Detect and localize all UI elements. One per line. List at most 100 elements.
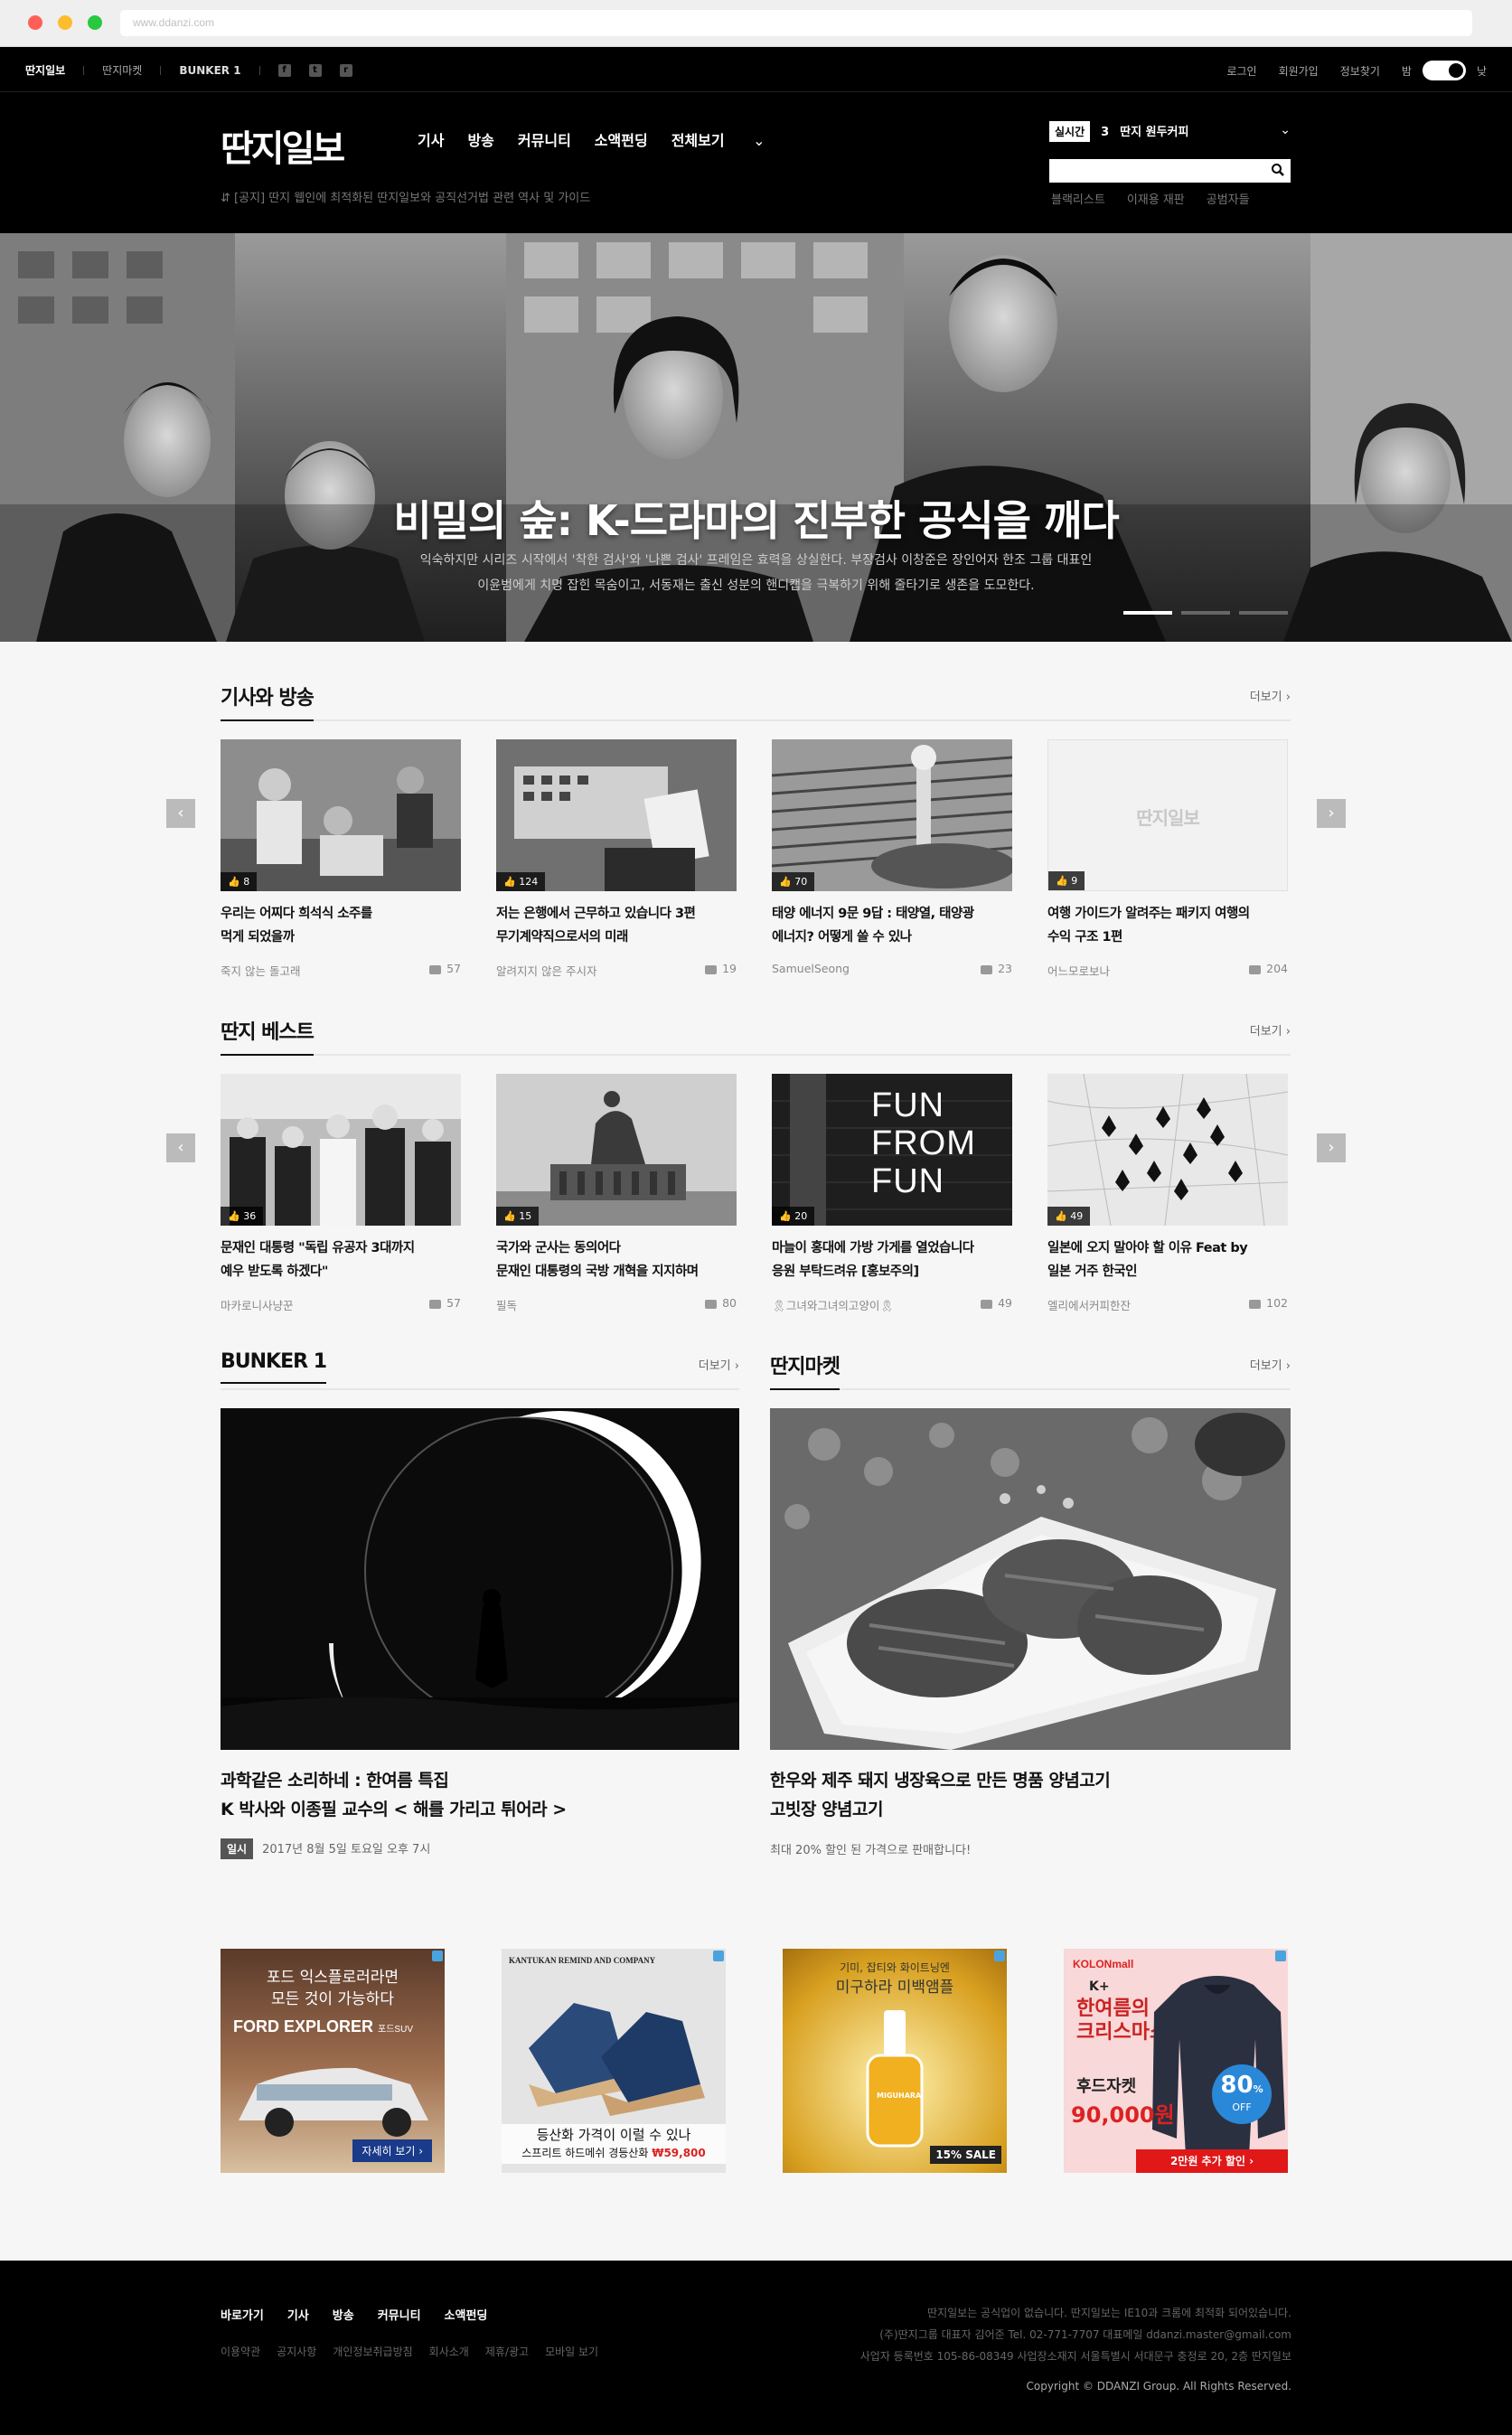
top-link-bunker[interactable]: BUNKER 1 [179,64,240,77]
author[interactable]: SamuelSeong [772,962,850,975]
top-link-market[interactable]: 딴지마켓 [102,62,142,78]
author[interactable]: 마카로니사냥꾼 [221,1299,294,1312]
more-label: 더보기 [1249,691,1282,704]
article-card[interactable]: FUN FROM FUN 👍 20 마늘이 홍대에 가방 가게를 열었습니다 응원… [772,1074,1012,1312]
author[interactable]: 🎗그녀와그녀의고양이🎗 [772,1299,894,1312]
author[interactable]: 필독 [496,1299,517,1312]
hero-title[interactable]: 비밀의 숲: K-드라마의 진부한 공식을 깨다 [0,488,1512,548]
likes-badge: 👍 49 [1047,1207,1091,1226]
nav-all[interactable]: 전체보기 ⌄ [671,128,789,150]
ad-cta-button[interactable]: 2만원 추가 할인 › [1136,2149,1288,2173]
twitter-icon[interactable]: t [308,63,322,77]
hero-banner[interactable]: 비밀의 숲: K-드라마의 진부한 공식을 깨다 익숙하지만 시리즈 시작에서 … [0,233,1512,642]
ad-hiking-shoes[interactable]: KANTUKAN REMIND AND COMPANY 등산화 가격이 이럴 수… [502,1949,726,2173]
keyword-link[interactable]: 블랙리스트 [1051,190,1105,207]
address-bar[interactable]: www.ddanzi.com [120,10,1472,36]
article-title[interactable]: 마늘이 홍대에 가방 가게를 열었습니다 응원 부탁드려유 [홍보주의] [772,1236,1012,1283]
author[interactable]: 어느모로보나 [1047,964,1110,978]
carousel-next-button[interactable]: › [1317,1133,1346,1162]
close-window-icon[interactable] [28,15,42,30]
terms-link[interactable]: 이용약관 [221,2344,260,2359]
about-link[interactable]: 회사소개 [429,2344,469,2359]
footer-nav-broadcast[interactable]: 방송 [333,2306,354,2323]
article-title[interactable]: 여행 가이드가 알려주는 패키지 여행의 수익 구조 1편 [1047,902,1288,949]
comment-count: 23 [981,962,1012,975]
hero-desc-line: 익숙하지만 시리즈 시작에서 '착한 검사'와 '나쁜 검사' 프레임은 효력을… [419,553,1093,568]
slide-indicator[interactable] [1239,611,1288,615]
article-card[interactable]: 👍 15 국가와 군사는 동의어다 문재인 대통령의 국방 개혁을 지지하며 필독… [496,1074,737,1312]
signup-link[interactable]: 회원가입 [1279,63,1319,79]
article-card[interactable]: 👍 8 우리는 어찌다 희석식 소주를 먹게 되었을까 죽지 않는 돌고래 57 [221,739,461,978]
minimize-window-icon[interactable] [58,15,72,30]
likes-count: 49 [1070,1210,1084,1222]
more-link[interactable]: 더보기 › [1250,1021,1291,1039]
likes-badge: 👍 36 [221,1207,264,1226]
more-link[interactable]: 더보기 › [1250,687,1291,704]
more-link[interactable]: 더보기 › [699,1356,739,1373]
partnership-link[interactable]: 제휴/광고 [485,2344,529,2359]
article-title[interactable]: 우리는 어찌다 희석식 소주를 먹게 되었을까 [221,902,461,949]
likes-count: 124 [519,876,539,888]
privacy-link[interactable]: 개인정보취급방침 [333,2344,412,2359]
footer-nav-article[interactable]: 기사 [287,2306,309,2323]
bunker-date: 일시 2017년 8월 5일 토요일 오후 7시 [221,1838,739,1859]
comment-icon [981,964,993,974]
keyword-link[interactable]: 공범자들 [1207,190,1250,207]
footer-nav-community[interactable]: 커뮤니티 [378,2306,421,2323]
login-link[interactable]: 로그인 [1226,63,1256,79]
realtime-ranking[interactable]: 실시간 3 딴지 원두커피 ⌄ [1049,121,1291,142]
slide-indicator[interactable] [1181,611,1230,615]
footer-nav-funding[interactable]: 소액펀딩 [445,2306,488,2323]
article-title[interactable]: 태양 에너지 9문 9답 : 태양열, 태양광 에너지? 어떻게 쓸 수 있나 [772,902,1012,949]
article-thumbnail: 딴지일보 👍 9 [1047,739,1288,891]
maximize-window-icon[interactable] [88,15,102,30]
keyword-link[interactable]: 이재용 재판 [1127,190,1185,207]
day-night-toggle[interactable] [1422,61,1466,80]
more-link[interactable]: 더보기 › [1250,1356,1291,1373]
article-card[interactable]: 👍 36 문재인 대통령 "독립 유공자 3대까지 예우 받도록 하겠다" 마카로… [221,1074,461,1312]
search-icon[interactable] [1271,163,1285,177]
notice-link[interactable]: 공지사항 [277,2344,316,2359]
bunker-title[interactable]: 과학같은 소리하네 : 한여름 특집 K 박사와 이종필 교수의 < 해를 가리고… [221,1766,739,1824]
site-logo[interactable]: 딴지일보 [221,119,345,172]
article-card[interactable]: 👍 124 저는 은행에서 근무하고 있습니다 3편 무기계약직으로서의 미래 알… [496,739,737,978]
search-input[interactable] [1049,159,1291,183]
bunker-image[interactable] [221,1408,739,1750]
author[interactable]: 엘리에서커피한잔 [1047,1299,1131,1312]
nav-article[interactable]: 기사 [418,128,444,150]
author[interactable]: 알려지지 않은 주시자 [496,964,596,978]
carousel-prev-button[interactable]: ‹ [166,799,195,828]
article-card[interactable]: 👍 49 일본에 오지 말아야 할 이유 Feat by 일본 거주 한국인 엘리… [1047,1074,1288,1312]
nav-funding[interactable]: 소액펀딩 [595,128,648,150]
mobile-view-link[interactable]: 모바일 보기 [545,2344,598,2359]
facebook-icon[interactable]: f [277,63,291,77]
nav-community[interactable]: 커뮤니티 [518,128,571,150]
article-title[interactable]: 국가와 군사는 동의어다 문재인 대통령의 국방 개혁을 지지하며 [496,1236,737,1283]
title-line: 고빗장 양념고기 [770,1800,883,1819]
author[interactable]: 죽지 않는 돌고래 [221,964,300,978]
article-title[interactable]: 저는 은행에서 근무하고 있습니다 3편 무기계약직으로서의 미래 [496,902,737,949]
rss-icon[interactable]: r [339,63,352,77]
find-account-link[interactable]: 정보찾기 [1340,63,1380,79]
article-card[interactable]: 👍 70 태양 에너지 9문 9답 : 태양열, 태양광 에너지? 어떻게 쓸 수… [772,739,1012,976]
chevron-down-icon[interactable]: ⌄ [1280,123,1291,137]
market-image[interactable] [770,1408,1291,1750]
article-card[interactable]: 딴지일보 👍 9 여행 가이드가 알려주는 패키지 여행의 수익 구조 1편 어느… [1047,739,1288,978]
top-link-ddanzi[interactable]: 딴지일보 [25,62,65,78]
ad-ford[interactable]: 포드 익스플로러라면 모든 것이 가능하다 FORD EXPLORER 포드SUV… [221,1949,445,2173]
notice-link[interactable]: ⇵ [공지] 딴지 웹인에 최적화된 딴지일보와 공직선거법 관련 역사 및 가… [221,188,590,205]
ad-kolon[interactable]: KOLONmall K+ 한여름의 크리스마스 후드자켓 90,000원 80% O… [1064,1949,1288,2173]
notice-arrow-icon: ⇵ [221,192,235,205]
ad-ampoule[interactable]: 기미, 잡티와 화이트닝엔 미구하라 미백앰플 MIGUHARA 15% SALE [783,1949,1007,2173]
article-title[interactable]: 문재인 대통령 "독립 유공자 3대까지 예우 받도록 하겠다" [221,1236,461,1283]
carousel-next-button[interactable]: › [1317,799,1346,828]
ad-cta-button[interactable]: 자세히 보기 › [352,2139,432,2162]
market-title[interactable]: 한우와 제주 돼지 냉장육으로 만든 명품 양념고기 고빗장 양념고기 [770,1766,1291,1824]
article-title[interactable]: 일본에 오지 말아야 할 이유 Feat by 일본 거주 한국인 [1047,1236,1288,1283]
carousel-prev-button[interactable]: ‹ [166,1133,195,1162]
nav-broadcast[interactable]: 방송 [467,128,493,150]
slide-indicator-active[interactable] [1123,611,1172,615]
info-line: 사업자 등록번호 105-86-08349 사업장소재지 서울특별시 서대문구 … [859,2350,1291,2363]
article-thumbnail: 👍 124 [496,739,737,891]
comment-icon [429,1299,442,1309]
